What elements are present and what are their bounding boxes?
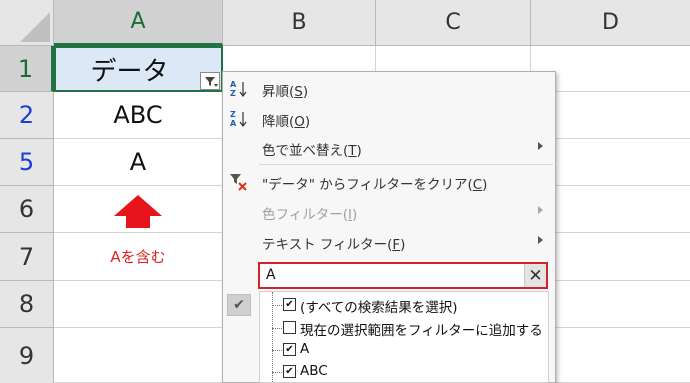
svg-text:A: A — [230, 119, 237, 128]
menu-sort-by-color[interactable]: 色で並べ替え(T) — [223, 135, 555, 161]
row-header-7[interactable]: 7 — [0, 233, 54, 281]
submenu-arrow-icon — [538, 206, 543, 214]
cell-d6[interactable] — [556, 186, 690, 233]
column-header-c[interactable]: C — [376, 0, 531, 46]
menu-text-filter-label: テキスト フィルター(F) — [262, 237, 406, 253]
filter-values-list[interactable]: ✔ (すべての検索結果を選択) 現在の選択範囲をフィルターに追加する ✔ A ✔… — [259, 291, 549, 383]
row-header-5[interactable]: 5 — [0, 139, 54, 186]
tree-connector — [272, 372, 282, 373]
select-all-checkbox[interactable]: ✔ — [283, 298, 296, 311]
menu-color-filter-label: 色フィルター(I) — [262, 207, 358, 223]
filter-search-input[interactable]: A — [266, 267, 276, 283]
submenu-arrow-icon — [538, 236, 543, 244]
value-abc-checkbox[interactable]: ✔ — [283, 365, 296, 378]
select-all-triangle — [20, 12, 50, 42]
menu-sort-ascending-label: 昇順(S) — [262, 84, 309, 100]
row-header-6[interactable]: 6 — [0, 186, 54, 233]
menu-sort-by-color-label: 色で並べ替え(T) — [262, 143, 362, 159]
menu-clear-filter[interactable]: "データ" からフィルターをクリア(C) — [223, 169, 555, 195]
menu-separator — [259, 164, 553, 165]
cell-d7[interactable] — [556, 233, 690, 281]
cell-d9[interactable] — [556, 328, 690, 383]
select-all-corner[interactable] — [0, 0, 54, 46]
tree-connector — [272, 350, 282, 351]
cell-a2[interactable]: ABC — [54, 92, 223, 139]
cell-a7[interactable]: Aを含む — [54, 233, 223, 281]
cell-a5[interactable]: A — [54, 139, 223, 186]
autofilter-menu: A Z 昇順(S) Z A 降順(O) 色で並べ替え(T) "データ" からフィ… — [222, 71, 556, 383]
filter-funnel-icon — [205, 77, 218, 87]
cell-a1[interactable]: データ — [54, 46, 223, 92]
svg-text:A: A — [230, 80, 237, 89]
menu-color-filter[interactable]: 色フィルター(I) — [223, 199, 555, 225]
up-arrow-icon — [114, 195, 162, 228]
value-abc-label: ABC — [300, 363, 328, 379]
sort-descending-icon: Z A — [230, 110, 247, 128]
cell-a1-text: データ — [90, 56, 169, 87]
add-to-filter-checkbox[interactable] — [283, 321, 296, 334]
column-header-d[interactable]: D — [531, 0, 690, 46]
cell-d5[interactable] — [556, 139, 690, 186]
column-header-a[interactable]: A — [54, 0, 223, 46]
cell-d2[interactable] — [556, 92, 690, 139]
menu-sort-descending-label: 降順(O) — [262, 114, 311, 130]
column-header-b[interactable]: B — [223, 0, 376, 46]
cell-a6[interactable] — [54, 186, 223, 233]
value-a-checkbox[interactable]: ✔ — [283, 343, 296, 356]
submenu-arrow-icon — [538, 142, 543, 150]
row-header-1[interactable]: 1 — [0, 46, 54, 92]
row-header-9[interactable]: 9 — [0, 328, 54, 383]
row-header-8[interactable]: 8 — [0, 281, 54, 328]
select-all-label: (すべての検索結果を選択) — [300, 300, 458, 316]
cell-a8[interactable] — [54, 281, 223, 328]
cell-d8[interactable] — [556, 281, 690, 328]
menu-sort-ascending[interactable]: A Z 昇順(S) — [223, 76, 555, 102]
value-a-label: A — [300, 341, 310, 357]
menu-sort-descending[interactable]: Z A 降順(O) — [223, 106, 555, 132]
clear-filter-icon — [230, 174, 247, 191]
svg-text:Z: Z — [230, 110, 236, 119]
tree-connector — [272, 305, 282, 306]
checkmark-icon: ✔ — [227, 294, 251, 316]
menu-clear-filter-label: "データ" からフィルターをクリア(C) — [262, 177, 488, 193]
filter-search-box[interactable]: A ✕ — [258, 262, 548, 289]
svg-text:Z: Z — [230, 89, 236, 98]
menu-text-filter[interactable]: テキスト フィルター(F) — [223, 229, 555, 255]
sort-ascending-icon: A Z — [230, 80, 247, 98]
clear-search-button[interactable]: ✕ — [524, 264, 546, 287]
filter-dropdown-button[interactable] — [200, 72, 220, 90]
row-header-2[interactable]: 2 — [0, 92, 54, 139]
add-to-filter-label: 現在の選択範囲をフィルターに追加する — [300, 323, 543, 339]
cell-a9[interactable] — [54, 328, 223, 383]
tree-connector — [272, 328, 282, 329]
